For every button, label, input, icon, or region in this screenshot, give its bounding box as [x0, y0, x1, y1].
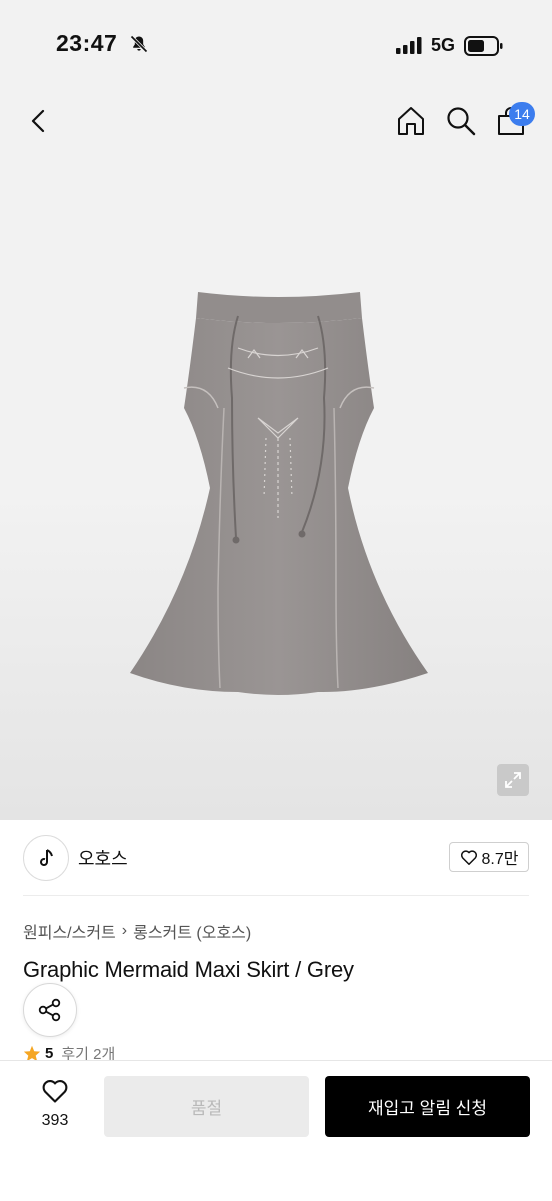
breadcrumb-category[interactable]: 원피스/스커트: [23, 919, 116, 943]
battery-icon: [464, 36, 503, 56]
breadcrumb-subcategory[interactable]: 롱스커트 (오호스): [133, 919, 251, 943]
skirt-product-image: [130, 292, 428, 695]
breadcrumb: 원피스/스커트 › 롱스커트 (오호스): [23, 919, 251, 943]
restock-alert-button[interactable]: 재입고 알림 신청: [325, 1076, 530, 1137]
product-title: Graphic Mermaid Maxi Skirt / Grey: [23, 957, 354, 982]
signal-icon: [396, 37, 422, 54]
share-button[interactable]: [23, 983, 77, 1037]
network-label: 5G: [431, 35, 456, 55]
expand-icon: [505, 772, 521, 788]
brand-like-button[interactable]: 8.7만: [449, 842, 529, 872]
wishlist-button[interactable]: 393: [32, 1078, 78, 1134]
divider: [23, 895, 529, 896]
brand-logo-mark: [40, 849, 53, 866]
wishlist-count: 393: [41, 1112, 69, 1129]
heart-icon: [460, 849, 477, 865]
brand-logo[interactable]: [23, 835, 69, 881]
heart-icon: [42, 1080, 68, 1103]
bell-slash-icon: [130, 35, 148, 53]
back-icon[interactable]: [24, 106, 54, 136]
status-time: 23:47: [56, 30, 118, 56]
brand-name[interactable]: 오호스: [78, 845, 128, 871]
cart-count-badge: 14: [509, 102, 535, 126]
expand-image-button[interactable]: [497, 764, 529, 796]
soldout-button: 품절: [104, 1076, 309, 1137]
share-icon: [38, 998, 61, 1022]
search-icon[interactable]: [444, 104, 478, 138]
chevron-right-icon: ›: [121, 922, 128, 939]
brand-like-count: 8.7만: [481, 851, 519, 868]
home-icon[interactable]: [394, 104, 428, 138]
